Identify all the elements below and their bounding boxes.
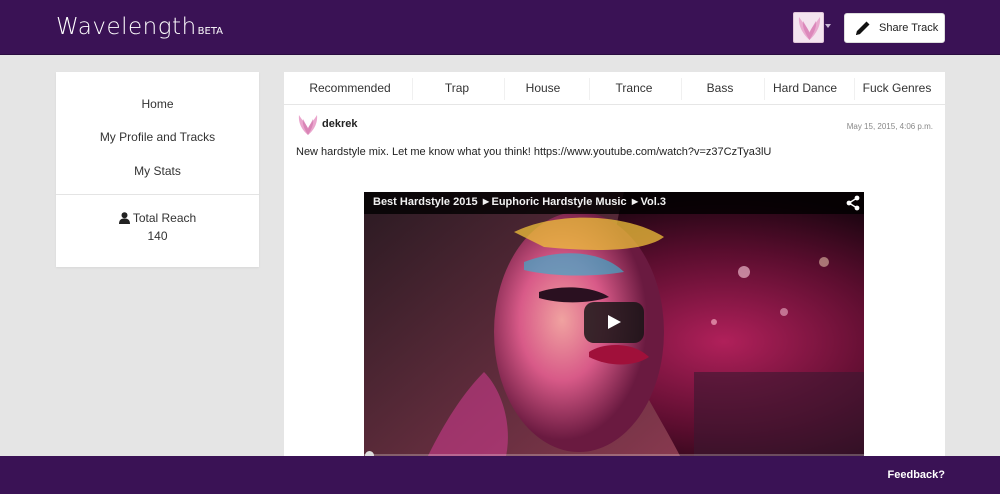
tab-house[interactable]: House [513,72,573,105]
post-timestamp: May 15, 2015, 4:06 p.m. [846,122,933,131]
user-menu-button[interactable] [793,12,831,44]
sidebar-item-home[interactable]: Home [56,97,259,111]
tab-divider [412,78,413,100]
total-reach-value: 140 [147,229,168,243]
avatar [793,12,824,43]
top-navbar: WavelengthBETA Share Track [0,0,1000,55]
feed-panel: Recommended Trap House Trance Bass Hard … [284,72,945,462]
wings-logo-icon [298,115,318,135]
video-title[interactable]: Best Hardstyle 2015 ►Euphoric Hardstyle … [373,196,666,208]
play-icon [608,315,621,329]
share-track-label: Share Track [879,22,939,34]
feedback-link[interactable]: Feedback? [888,469,945,481]
wings-logo-icon [798,17,821,40]
tab-hard-dance[interactable]: Hard Dance [769,72,841,105]
share-track-button[interactable]: Share Track [844,13,945,43]
sidebar: Home My Profile and Tracks My Stats Tota… [56,72,259,267]
post-username[interactable]: dekrek [322,118,357,130]
tab-fuck-genres[interactable]: Fuck Genres [859,72,935,105]
post-text: New hardstyle mix. Let me know what you … [296,146,772,158]
tab-divider [764,78,765,100]
footer-bar: Feedback? [0,456,1000,494]
tab-trance[interactable]: Trance [604,72,664,105]
sidebar-item-profile[interactable]: My Profile and Tracks [56,130,259,144]
brand-name: Wavelength [56,14,197,40]
play-button[interactable] [584,302,644,343]
total-reach-label: Total Reach [132,211,197,225]
video-title-bar: Best Hardstyle 2015 ►Euphoric Hardstyle … [364,192,864,214]
tab-recommended[interactable]: Recommended [302,72,398,105]
tab-divider [854,78,855,100]
sidebar-item-stats[interactable]: My Stats [56,164,259,178]
brand-logo[interactable]: WavelengthBETA [56,14,223,40]
share-icon[interactable] [846,195,860,211]
total-reach-block: Total Reach 140 [56,211,259,243]
post-avatar[interactable] [296,113,320,137]
tab-divider [681,78,682,100]
pencil-icon [856,21,870,35]
tab-trap[interactable]: Trap [427,72,487,105]
tab-divider [589,78,590,100]
user-icon [118,212,130,224]
genre-tabs: Recommended Trap House Trance Bass Hard … [284,72,945,105]
chevron-down-icon [825,24,831,28]
beta-badge: BETA [197,26,224,37]
tab-divider [504,78,505,100]
tab-bass[interactable]: Bass [690,72,750,105]
sidebar-divider [56,194,259,195]
youtube-embed[interactable]: Best Hardstyle 2015 ►Euphoric Hardstyle … [364,192,864,462]
